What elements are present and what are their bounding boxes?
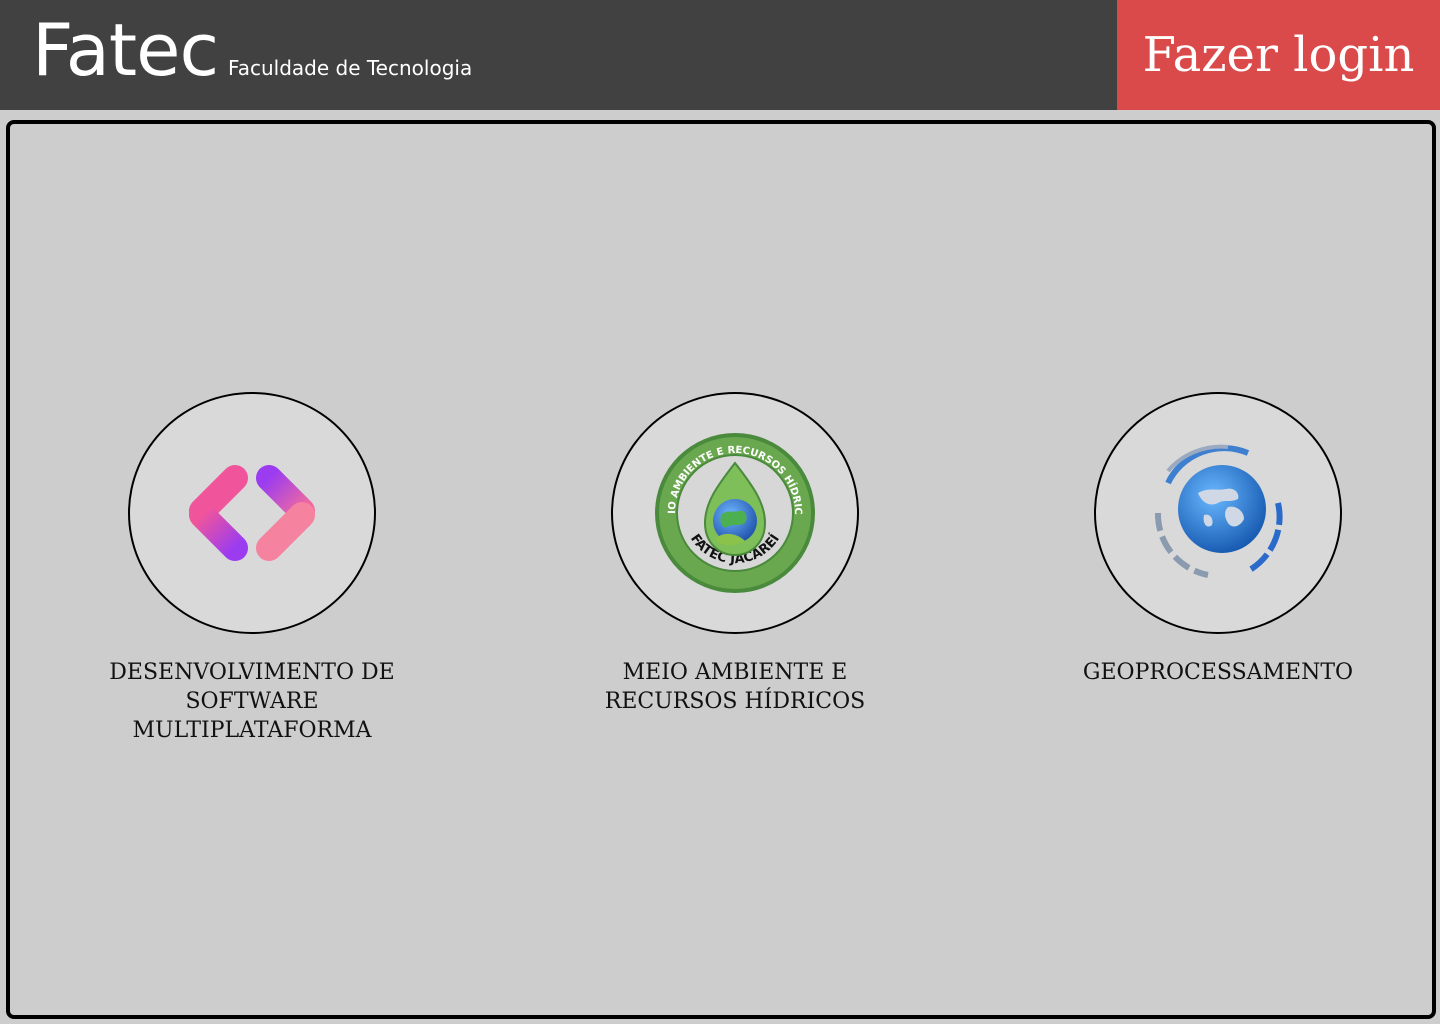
globe-icon: [1154, 444, 1283, 578]
brand-name: Fatec: [32, 8, 219, 92]
brand-subtitle: Faculdade de Tecnologia: [228, 56, 473, 80]
course-label[interactable]: MEIO AMBIENTE E RECURSOS HÍDRICOS: [585, 658, 885, 716]
course-label[interactable]: GEOPROCESSAMENTO: [1068, 658, 1368, 687]
courses-panel: DESENVOLVIMENTO DE SOFTWARE MULTIPLATAFO…: [6, 120, 1436, 1019]
course-circle[interactable]: [1094, 392, 1342, 634]
brand-logo[interactable]: Fatec Faculdade de Tecnologia: [32, 14, 472, 86]
course-card-geo[interactable]: GEOPROCESSAMENTO: [1068, 392, 1368, 687]
course-circle[interactable]: [128, 392, 376, 634]
course-card-mar[interactable]: MEIO AMBIENTE E RECURSOS HÍDRICOS FATEC …: [585, 392, 885, 716]
course-circle[interactable]: MEIO AMBIENTE E RECURSOS HÍDRICOS FATEC …: [611, 392, 859, 634]
top-bar: Fatec Faculdade de Tecnologia Fazer logi…: [0, 0, 1440, 110]
login-button[interactable]: Fazer login: [1117, 0, 1440, 110]
course-label[interactable]: DESENVOLVIMENTO DE SOFTWARE MULTIPLATAFO…: [102, 658, 402, 745]
course-card-dsm[interactable]: DESENVOLVIMENTO DE SOFTWARE MULTIPLATAFO…: [102, 392, 402, 745]
environment-seal-icon: MEIO AMBIENTE E RECURSOS HÍDRICOS FATEC …: [653, 431, 815, 593]
code-brackets-icon: [189, 465, 315, 561]
